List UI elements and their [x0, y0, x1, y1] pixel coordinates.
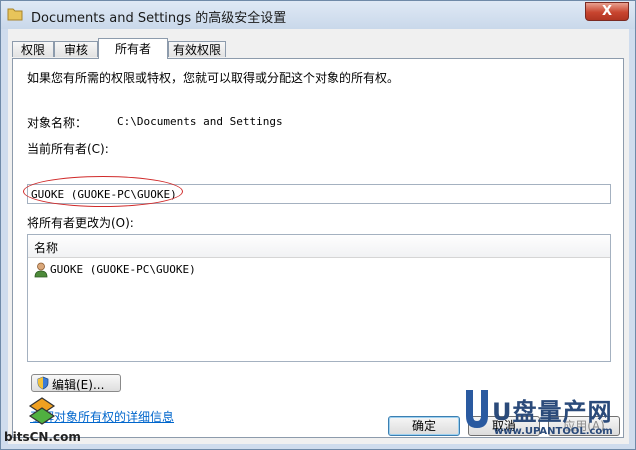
window-title: Documents and Settings 的高级安全设置 [31, 11, 287, 26]
list-item-name: GUOKE (GUOKE-PC\GUOKE) [50, 263, 196, 276]
change-owner-label: 将所有者更改为(O): [27, 216, 134, 230]
edit-button-label: 编辑(E)... [52, 378, 105, 392]
upantool-title: U盘量产网 [492, 398, 613, 426]
highlight-ellipse [23, 176, 183, 207]
bitscn-text: bitsCN.com [4, 430, 81, 444]
close-button[interactable]: X [585, 2, 629, 21]
upantool-watermark: U盘量产网 www.UPANTOOL.com [460, 386, 636, 448]
description-text: 如果您有所需的权限或特权，您就可以取得或分配这个对象的所有权。 [27, 71, 400, 85]
list-header-name: 名称 [34, 241, 59, 255]
tab-permissions[interactable]: 权限 [12, 41, 54, 57]
object-name-label: 对象名称： [27, 116, 88, 130]
upantool-url: www.UPANTOOL.com [494, 426, 613, 437]
owner-listview[interactable]: 名称 GUOKE (GUOKE-PC\GUOKE) [27, 234, 611, 362]
bitscn-logo-icon [28, 397, 56, 425]
folder-icon [7, 8, 23, 21]
tab-owner[interactable]: 所有者 [98, 38, 168, 59]
u-disk-logo-icon [466, 390, 488, 428]
dialog-window: Documents and Settings 的高级安全设置 X 权限 审核 所… [0, 0, 636, 450]
dialog-client: 权限 审核 所有者 有效权限 如果您有所需的权限或特权，您就可以取得或分配这个对… [8, 29, 629, 444]
list-header[interactable]: 名称 [28, 235, 610, 258]
ok-button[interactable]: 确定 [388, 416, 460, 436]
bitscn-watermark: bitsCN.com [2, 396, 86, 448]
user-icon [34, 262, 48, 278]
current-owner-label: 当前所有者(C): [27, 142, 109, 156]
tab-auditing[interactable]: 审核 [54, 41, 98, 57]
title-bar[interactable]: Documents and Settings 的高级安全设置 X [1, 1, 635, 29]
shield-icon [37, 376, 49, 390]
tab-effective-permissions[interactable]: 有效权限 [168, 41, 226, 57]
object-name-value: C:\Documents and Settings [117, 115, 283, 128]
edit-button[interactable]: 编辑(E)... [31, 374, 121, 392]
owner-panel: 如果您有所需的权限或特权，您就可以取得或分配这个对象的所有权。 对象名称： C:… [12, 58, 624, 438]
